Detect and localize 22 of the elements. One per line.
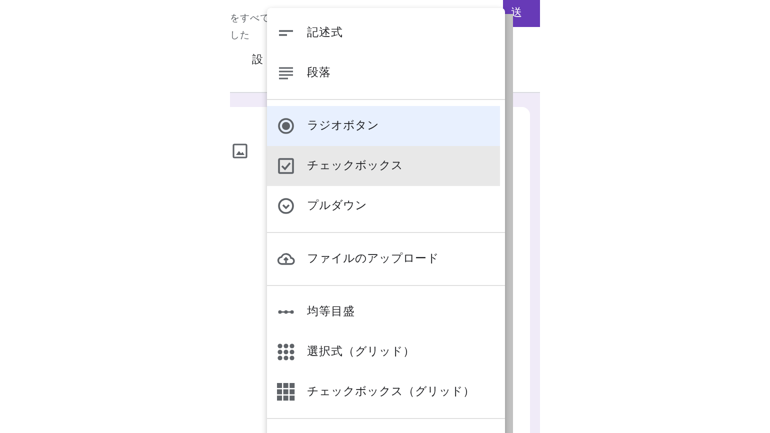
image-icon[interactable] [232, 142, 248, 159]
paragraph-icon [277, 64, 295, 82]
linear-scale-icon [278, 310, 294, 314]
menu-item[interactable]: ラジオボタン [267, 106, 500, 146]
menu-item[interactable]: 均等目盛 [267, 292, 500, 332]
square-grid-icon [277, 383, 295, 401]
menu-item[interactable]: 段落 [267, 53, 500, 93]
checkbox-icon [277, 157, 295, 175]
cloud-upload-icon [277, 250, 295, 268]
menu-item[interactable]: チェックボックス（グリッド） [267, 372, 500, 412]
short-text-icon [279, 30, 293, 36]
menu-item[interactable]: チェックボックス [267, 146, 500, 186]
radio-icon [277, 117, 295, 135]
dropdown-icon [277, 197, 295, 215]
dot-grid-icon [277, 343, 295, 361]
menu-item[interactable]: 選択式（グリッド） [267, 332, 500, 372]
settings-tab[interactable]: 設 [252, 52, 263, 68]
menu-item[interactable]: 記述式 [267, 13, 500, 53]
menu-item[interactable]: プルダウン [267, 186, 500, 226]
scrollbar[interactable] [505, 14, 513, 433]
menu-item[interactable]: ファイルのアップロード [267, 239, 500, 279]
description-text: した [230, 29, 251, 43]
